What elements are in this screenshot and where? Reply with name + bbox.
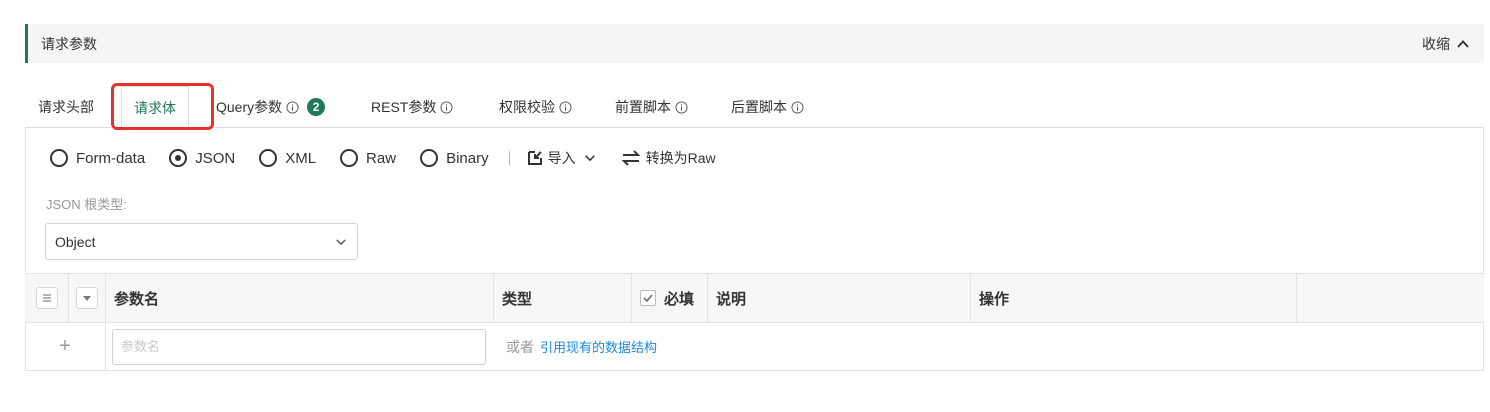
header-required: 必填 [632, 274, 708, 322]
tab-pre-script[interactable]: 前置脚本 [615, 86, 688, 128]
root-type-label: JSON 根类型: [46, 197, 127, 212]
swap-icon [621, 150, 641, 166]
add-row-button[interactable]: + [59, 335, 71, 358]
radio-raw[interactable]: Raw [340, 149, 396, 167]
radio-circle [50, 149, 68, 167]
radio-binary[interactable]: Binary [420, 149, 489, 167]
body-panel: Form-data JSON XML Raw Binary 导入 转换为Raw [25, 127, 1484, 371]
radio-circle [420, 149, 439, 167]
tab-label: Query参数 [216, 99, 283, 115]
radio-xml[interactable]: XML [259, 149, 316, 167]
convert-label: 转换为Raw [645, 150, 716, 166]
tab-label: 请求体 [134, 99, 176, 116]
collapse-button[interactable]: 收缩 [1422, 34, 1470, 54]
root-type-select[interactable]: Object [45, 223, 358, 260]
info-icon [286, 100, 299, 114]
radio-label: Form-data [76, 149, 146, 167]
section-title: 请求参数 [41, 35, 97, 52]
expand-all-button[interactable] [76, 287, 98, 309]
info-icon [559, 100, 572, 114]
import-icon [527, 151, 542, 165]
info-icon [675, 100, 688, 114]
reference-structure-link[interactable]: 引用现有的数据结构 [540, 337, 657, 356]
chevron-down-icon [584, 155, 595, 162]
table-header: 参数名 类型 必填 说明 操作 [25, 273, 1484, 323]
radio-circle [340, 149, 359, 167]
tab-label: 前置脚本 [615, 99, 671, 115]
header-required-label: 必填 [664, 290, 695, 308]
list-menu-button[interactable] [35, 287, 58, 309]
caret-down-icon [83, 296, 91, 301]
request-params-header: 请求参数 收缩 [25, 24, 1484, 63]
divider [508, 151, 510, 165]
collapse-label: 收缩 [1422, 35, 1450, 52]
body-type-radio-group: Form-data JSON XML Raw Binary 导入 转换为Raw [50, 146, 740, 170]
reference-cell: 或者 引用现有的数据结构 [494, 323, 894, 370]
tab-label: REST参数 [371, 99, 437, 115]
header-type: 类型 [494, 274, 632, 322]
header-param-name: 参数名 [106, 274, 494, 322]
tab-query[interactable]: Query参数 2 [216, 86, 326, 128]
header-action: 操作 [971, 274, 1297, 322]
header-cell-menu [25, 274, 69, 322]
header-spacer [1297, 274, 1484, 322]
check-icon [643, 294, 653, 303]
radio-label: JSON [195, 149, 236, 167]
or-text: 或者 [506, 338, 534, 355]
menu-icon [42, 294, 51, 302]
radio-circle [259, 149, 278, 167]
chevron-up-icon [1457, 39, 1469, 48]
root-type-value: Object [55, 233, 96, 250]
tab-label: 权限校验 [499, 99, 555, 115]
radio-label: XML [285, 149, 317, 167]
tab-headers[interactable]: 请求头部 [38, 86, 94, 128]
header-cell-expand [69, 274, 106, 322]
tab-body[interactable]: 请求体 [121, 86, 189, 129]
import-button[interactable]: 导入 [526, 148, 596, 168]
new-param-row: + 或者 引用现有的数据结构 [25, 323, 1484, 371]
radio-circle [169, 149, 188, 167]
info-icon [791, 100, 804, 114]
info-icon [440, 100, 453, 114]
request-tabs: 请求头部 请求体 Query参数 2 REST参数 权限校验 前置脚本 后置脚本 [25, 86, 1484, 129]
radio-label: Binary [446, 149, 489, 167]
add-row-cell: + [25, 323, 106, 370]
chevron-down-icon [336, 238, 346, 245]
param-name-cell [106, 323, 494, 370]
tab-label: 后置脚本 [731, 99, 787, 115]
radio-label: Raw [366, 149, 397, 167]
tab-post-script[interactable]: 后置脚本 [731, 86, 804, 128]
convert-raw-button[interactable]: 转换为Raw [620, 148, 716, 168]
import-label: 导入 [547, 150, 576, 166]
tab-auth[interactable]: 权限校验 [499, 86, 572, 128]
header-description: 说明 [708, 274, 971, 322]
required-all-checkbox[interactable] [640, 290, 656, 306]
params-table: 参数名 类型 必填 说明 操作 + 或者 引用现有的数据结构 [25, 273, 1484, 371]
radio-json[interactable]: JSON [169, 149, 235, 167]
param-name-input[interactable] [112, 328, 486, 365]
tab-label: 请求头部 [38, 99, 94, 115]
radio-form-data[interactable]: Form-data [50, 149, 145, 167]
tab-rest[interactable]: REST参数 [371, 86, 453, 128]
query-count-badge: 2 [307, 98, 326, 116]
